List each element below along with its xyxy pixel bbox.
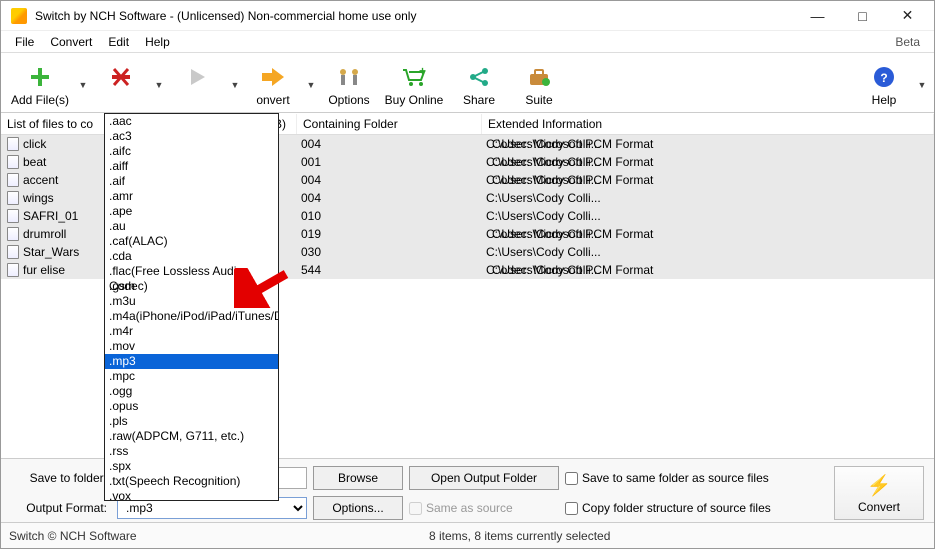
convert-arrow-icon <box>259 63 287 91</box>
browse-button[interactable]: Browse <box>313 466 403 490</box>
output-format-label: Output Format: <box>11 501 111 515</box>
format-option[interactable]: .aifc <box>105 144 278 159</box>
convert-button[interactable]: ⚡ Convert <box>834 466 924 520</box>
format-option[interactable]: .vox <box>105 489 278 501</box>
format-option[interactable]: .ac3 <box>105 129 278 144</box>
status-bar: Switch © NCH Software 8 items, 8 items c… <box>1 522 934 548</box>
format-option[interactable]: .spx <box>105 459 278 474</box>
plus-icon <box>26 63 54 91</box>
format-option[interactable]: .mpc <box>105 369 278 384</box>
col-folder[interactable]: Containing Folder <box>297 114 482 134</box>
lightning-icon: ⚡ <box>867 473 892 498</box>
beta-label: Beta <box>895 35 928 49</box>
help-label: Help <box>872 93 897 107</box>
format-option[interactable]: .caf(ALAC) <box>105 234 278 249</box>
minimize-button[interactable]: ― <box>795 1 840 31</box>
toolbar: Add File(s) ▼ ▼ ▼ onvert ▼ Options + Buy… <box>1 53 934 113</box>
content-area: List of files to co e(MB) Containing Fol… <box>1 113 934 503</box>
play-icon <box>183 63 211 91</box>
help-button[interactable]: ? Help <box>854 63 914 107</box>
buy-online-button[interactable]: + Buy Online <box>379 63 449 107</box>
suite-icon <box>525 63 553 91</box>
audio-file-icon <box>7 191 19 205</box>
share-label: Share <box>463 93 495 107</box>
open-output-folder-button[interactable]: Open Output Folder <box>409 466 559 490</box>
audio-file-icon <box>7 227 19 241</box>
status-right: 8 items, 8 items currently selected <box>429 529 610 543</box>
add-files-label: Add File(s) <box>11 93 69 107</box>
format-option[interactable]: .txt(Speech Recognition) <box>105 474 278 489</box>
status-left: Switch © NCH Software <box>9 529 429 543</box>
menu-edit[interactable]: Edit <box>100 33 137 51</box>
audio-file-icon <box>7 173 19 187</box>
svg-text:+: + <box>419 66 426 78</box>
menu-convert[interactable]: Convert <box>42 33 100 51</box>
toolbar-convert-button[interactable]: onvert <box>243 63 303 107</box>
format-options-button[interactable]: Options... <box>313 496 403 520</box>
window-title: Switch by NCH Software - (Unlicensed) No… <box>33 9 795 23</box>
save-to-folder-label: Save to folder: <box>11 471 111 485</box>
add-files-button[interactable]: Add File(s) <box>5 63 75 107</box>
format-option[interactable]: .flac(Free Lossless Audio Codec) <box>105 264 278 279</box>
share-icon <box>465 63 493 91</box>
format-option[interactable]: .m3u <box>105 294 278 309</box>
suite-button[interactable]: Suite <box>509 63 569 107</box>
format-option[interactable]: .aiff <box>105 159 278 174</box>
share-button[interactable]: Share <box>449 63 509 107</box>
titlebar: Switch by NCH Software - (Unlicensed) No… <box>1 1 934 31</box>
menu-help[interactable]: Help <box>137 33 178 51</box>
options-button[interactable]: Options <box>319 63 379 107</box>
format-option[interactable]: .aac <box>105 114 278 129</box>
copy-folder-structure-checkbox[interactable]: Copy folder structure of source files <box>565 501 805 515</box>
svg-text:?: ? <box>880 71 887 85</box>
format-option[interactable]: .m4a(iPhone/iPod/iPad/iTunes/DSi) <box>105 309 278 324</box>
help-icon: ? <box>870 63 898 91</box>
format-option[interactable]: .pls <box>105 414 278 429</box>
app-icon <box>11 8 27 24</box>
toolbar-convert-label: onvert <box>256 93 289 107</box>
format-option[interactable]: .amr <box>105 189 278 204</box>
output-format-dropdown-list[interactable]: .aac.ac3.aifc.aiff.aif.amr.ape.au.caf(AL… <box>104 113 279 501</box>
col-extended[interactable]: Extended Information <box>482 114 934 134</box>
remove-icon <box>107 63 135 91</box>
help-caret[interactable]: ▼ <box>914 80 930 90</box>
maximize-button[interactable]: □ <box>840 1 885 31</box>
close-button[interactable]: ✕ <box>885 1 930 31</box>
format-option[interactable]: .mov <box>105 339 278 354</box>
options-icon <box>335 63 363 91</box>
cart-icon: + <box>400 63 428 91</box>
audio-file-icon <box>7 155 19 169</box>
remove-caret[interactable]: ▼ <box>151 80 167 90</box>
format-option[interactable]: .au <box>105 219 278 234</box>
format-option[interactable]: .rss <box>105 444 278 459</box>
format-option[interactable]: .aif <box>105 174 278 189</box>
audio-file-icon <box>7 209 19 223</box>
format-option[interactable]: .cda <box>105 249 278 264</box>
menu-file[interactable]: File <box>7 33 42 51</box>
add-files-caret[interactable]: ▼ <box>75 80 91 90</box>
format-option[interactable]: .m4r <box>105 324 278 339</box>
format-option[interactable]: .ape <box>105 204 278 219</box>
audio-file-icon <box>7 137 19 151</box>
same-as-source-checkbox: Same as source <box>409 501 559 515</box>
format-option[interactable]: .mp3 <box>105 354 278 369</box>
format-option[interactable]: .gsm <box>105 279 278 294</box>
convert-caret[interactable]: ▼ <box>303 80 319 90</box>
save-same-folder-checkbox[interactable]: Save to same folder as source files <box>565 471 805 485</box>
audio-file-icon <box>7 245 19 259</box>
format-option[interactable]: .raw(ADPCM, G711, etc.) <box>105 429 278 444</box>
format-option[interactable]: .opus <box>105 399 278 414</box>
play-caret[interactable]: ▼ <box>227 80 243 90</box>
format-option[interactable]: .ogg <box>105 384 278 399</box>
suite-label: Suite <box>525 93 552 107</box>
play-button[interactable] <box>167 63 227 107</box>
remove-button[interactable] <box>91 63 151 107</box>
audio-file-icon <box>7 263 19 277</box>
menubar: File Convert Edit Help Beta <box>1 31 934 53</box>
options-label: Options <box>328 93 369 107</box>
buy-label: Buy Online <box>385 93 444 107</box>
